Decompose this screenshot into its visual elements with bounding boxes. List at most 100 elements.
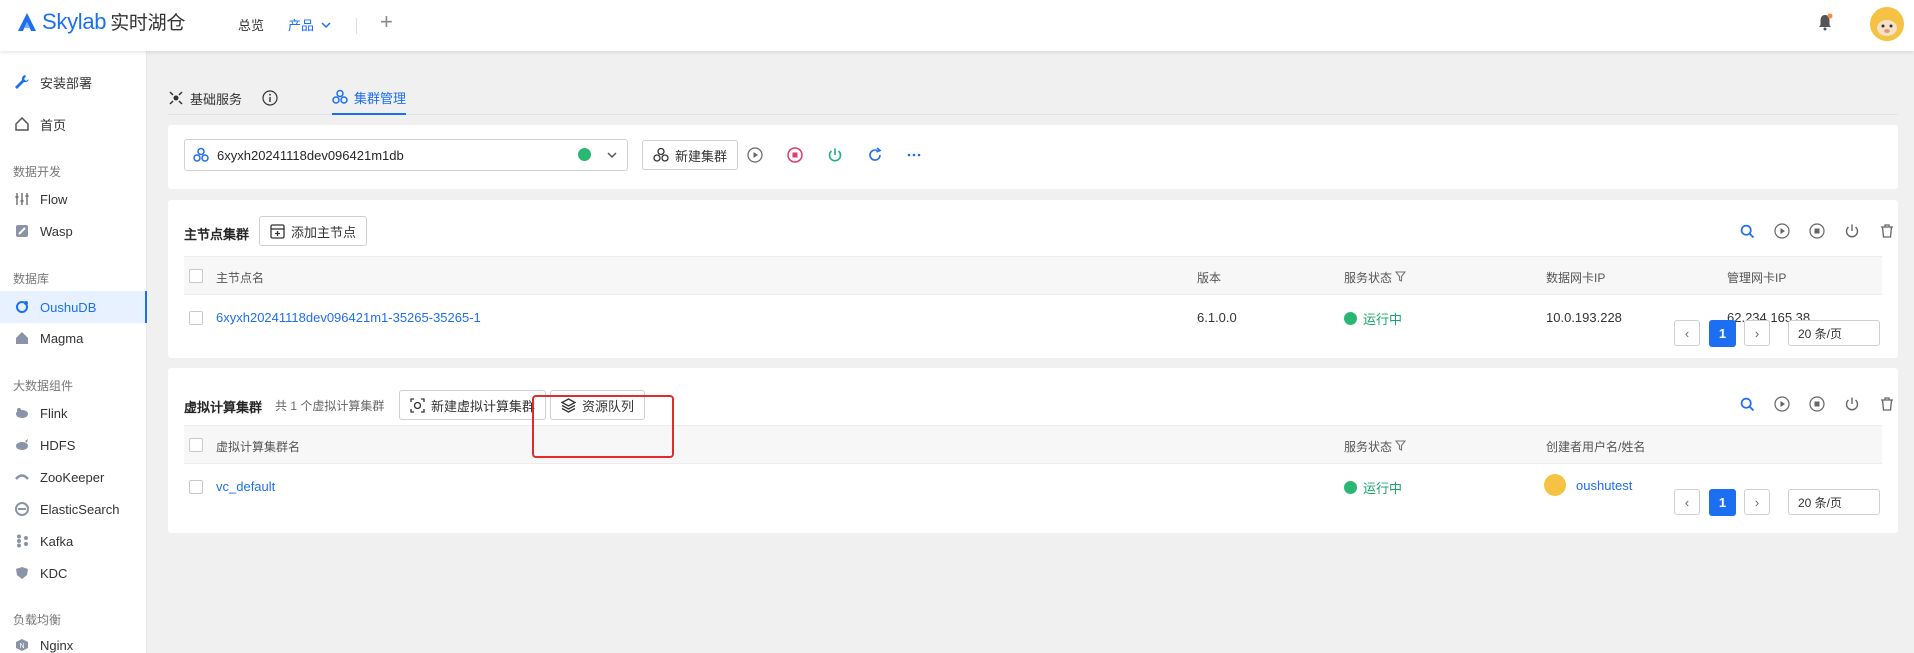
nav-divider (356, 18, 357, 34)
pager-current-page[interactable]: 1 (1709, 489, 1736, 516)
row-checkbox[interactable] (189, 480, 203, 494)
new-virtual-cluster-button[interactable]: 新建虚拟计算集群 (399, 390, 547, 420)
col-service-status[interactable]: 服务状态 (1344, 269, 1407, 286)
select-all-checkbox[interactable] (189, 269, 203, 283)
zookeeper-icon (14, 469, 30, 485)
table-row[interactable]: vc_default 运行中 oushutest (184, 465, 1882, 507)
new-cluster-label: 新建集群 (675, 148, 728, 164)
add-tab-icon[interactable]: + (380, 11, 393, 33)
search-icon[interactable] (1737, 394, 1757, 414)
version-cell: 6.1.0.0 (1197, 310, 1237, 325)
user-avatar[interactable] (1870, 7, 1904, 41)
wrench-icon (14, 74, 30, 90)
bell-icon[interactable] (1816, 13, 1834, 34)
power-icon[interactable] (1842, 221, 1862, 241)
add-master-button[interactable]: 添加主节点 (259, 216, 368, 246)
pager-prev-button[interactable]: ‹ (1674, 489, 1700, 515)
more-icon[interactable] (904, 145, 924, 165)
pager-prev-button[interactable]: ‹ (1674, 320, 1700, 346)
cluster-select[interactable]: 6xyxh20241118dev096421m1db (184, 139, 628, 171)
sidebar-item-oushudb[interactable]: OushuDB (0, 291, 147, 323)
status-text: 运行中 (1363, 312, 1403, 327)
sidebar-item-nginx[interactable]: N Nginx (0, 631, 147, 653)
filter-icon[interactable] (1395, 440, 1407, 451)
sidebar-item-label: HDFS (40, 437, 76, 453)
creator-name[interactable]: oushutest (1576, 478, 1632, 493)
pager-next-button[interactable]: › (1744, 489, 1770, 515)
sidebar-item-install[interactable]: 安装部署 (0, 68, 147, 96)
nav-overview[interactable]: 总览 (238, 15, 264, 34)
sidebar-item-home[interactable]: 首页 (0, 110, 147, 138)
sidebar-item-hdfs[interactable]: HDFS (0, 431, 147, 459)
delete-icon[interactable] (1877, 394, 1897, 414)
col-mgmt-ip: 管理网卡IP (1727, 271, 1787, 285)
sidebar-item-label: Flow (40, 191, 68, 207)
sidebar-item-kafka[interactable]: Kafka (0, 527, 147, 555)
nav-products[interactable]: 产品 (288, 15, 331, 34)
sidebar-item-wasp[interactable]: Wasp (0, 217, 147, 245)
edit-icon (14, 223, 30, 239)
tab-cluster-management[interactable]: 集群管理 (332, 81, 407, 115)
elastic-icon (14, 501, 30, 517)
cluster-toolbar: 6xyxh20241118dev096421m1db 新建集群 (168, 125, 1898, 189)
sidebar-item-label: Nginx (40, 637, 74, 653)
page-size-select[interactable]: 20 条/页 (1788, 320, 1880, 346)
power-icon[interactable] (825, 145, 845, 165)
sidebar-group-title: 数据库 (13, 272, 50, 286)
tab-bar: 基础服务 集群管理 (168, 81, 1898, 115)
pager-next-button[interactable]: › (1744, 320, 1770, 346)
stop-icon[interactable] (1807, 221, 1827, 241)
kafka-icon (14, 533, 30, 549)
new-virtual-cluster-label: 新建虚拟计算集群 (431, 398, 536, 414)
power-icon[interactable] (1842, 394, 1862, 414)
filter-icon[interactable] (1395, 271, 1407, 282)
stop-icon[interactable] (1807, 394, 1827, 414)
sidebar: 安装部署 首页 数据开发 Flow Wasp 数据库 OushuDB Magma… (0, 51, 147, 653)
add-master-label: 添加主节点 (291, 224, 357, 240)
new-cluster-button[interactable]: 新建集群 (642, 140, 739, 170)
sidebar-item-kdc[interactable]: KDC (0, 559, 147, 587)
col-master-name: 主节点名 (216, 271, 265, 285)
data-ip-cell: 10.0.193.228 (1546, 310, 1622, 325)
virtual-cluster-link[interactable]: vc_default (216, 479, 275, 494)
tab-basic-services[interactable]: 基础服务 (168, 81, 278, 115)
tab-label: 基础服务 (190, 91, 243, 107)
pager-current-page[interactable]: 1 (1709, 320, 1736, 347)
tab-label: 集群管理 (354, 90, 407, 106)
col-creator: 创建者用户名/姓名 (1546, 440, 1646, 454)
select-all-checkbox[interactable] (189, 438, 203, 452)
table-row[interactable]: 6xyxh20241118dev096421m1-35265-35265-1 6… (184, 296, 1882, 338)
start-icon[interactable] (745, 145, 765, 165)
sidebar-item-zookeeper[interactable]: ZooKeeper (0, 463, 147, 491)
skylab-logo-icon (18, 12, 36, 31)
start-icon[interactable] (1772, 394, 1792, 414)
creator-cell: oushutest (1544, 474, 1632, 496)
sidebar-item-flink[interactable]: Flink (0, 399, 147, 427)
chevron-down-icon (321, 22, 331, 29)
search-icon[interactable] (1737, 221, 1757, 241)
sidebar-item-label: 安装部署 (40, 75, 93, 91)
sidebar-item-magma[interactable]: Magma (0, 324, 147, 352)
sidebar-item-label: 首页 (40, 117, 67, 133)
page-size-select[interactable]: 20 条/页 (1788, 489, 1880, 515)
col-virtual-cluster-name: 虚拟计算集群名 (216, 440, 301, 454)
sidebar-item-flow[interactable]: Flow (0, 185, 147, 213)
info-icon[interactable] (262, 90, 278, 106)
col-service-status-label: 服务状态 (1344, 440, 1393, 454)
add-node-icon (270, 223, 285, 239)
col-version: 版本 (1197, 271, 1222, 285)
master-cluster-title: 主节点集群 (184, 227, 250, 242)
avatar (1544, 474, 1566, 496)
delete-icon[interactable] (1877, 221, 1897, 241)
start-icon[interactable] (1772, 221, 1792, 241)
master-node-link[interactable]: 6xyxh20241118dev096421m1-35265-35265-1 (216, 310, 481, 325)
refresh-icon[interactable] (865, 145, 885, 165)
virtual-cluster-add-icon (410, 397, 425, 413)
chevron-down-icon (607, 152, 617, 159)
stop-icon[interactable] (785, 145, 805, 165)
col-service-status[interactable]: 服务状态 (1344, 438, 1407, 455)
row-checkbox[interactable] (189, 311, 203, 325)
app-logo[interactable]: Skylab 实时湖仓 (16, 8, 185, 35)
sidebar-item-elasticsearch[interactable]: ElasticSearch (0, 495, 147, 523)
sidebar-item-label: ZooKeeper (40, 469, 105, 485)
